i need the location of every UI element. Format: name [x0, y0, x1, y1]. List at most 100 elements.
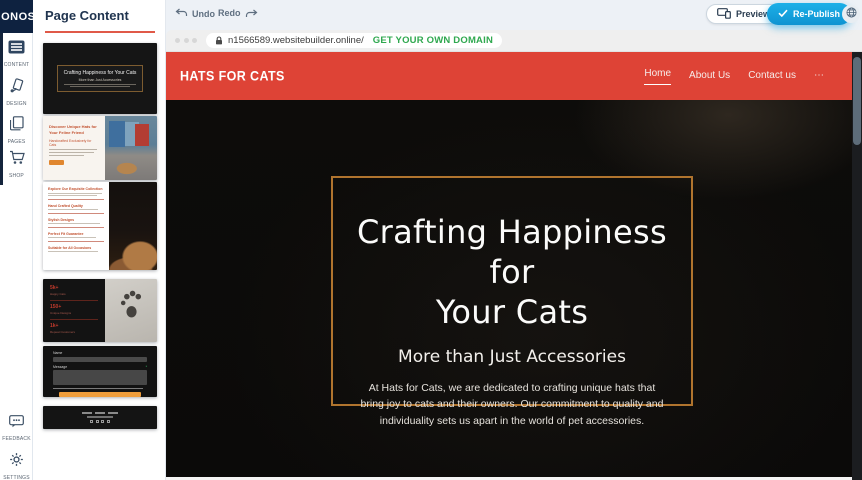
- preview-scrollbar[interactable]: [852, 52, 862, 480]
- hero-section[interactable]: Crafting Happiness for Your Cats More th…: [166, 100, 852, 477]
- thumb-hero-frame: Crafting Happiness for Your Cats More th…: [57, 65, 143, 93]
- redo-icon: [245, 9, 258, 18]
- sidebar-item-shop[interactable]: SHOP: [0, 150, 33, 179]
- undo-label: Undo: [192, 9, 215, 19]
- sidebar-active-strip: [0, 33, 3, 185]
- sidebar-item-label: SETTINGS: [3, 475, 30, 480]
- feature-heading: Perfect Fit Guarantee: [48, 232, 104, 236]
- design-brush-icon: [9, 78, 25, 98]
- thumb-tabby-cat-photo: [109, 182, 157, 270]
- thumbnail-contact-section[interactable]: Name Message *: [43, 346, 157, 397]
- shop-cart-icon: [9, 150, 25, 170]
- site-viewport: HATS FOR CATS Home About Us Contact us ⋯…: [166, 52, 852, 480]
- stat-value: 5k+: [50, 285, 98, 291]
- globe-icon: [846, 5, 857, 23]
- text-line-placeholder: [49, 155, 84, 156]
- browser-chrome-bar: n1566589.websitebuilder.online/ GET YOUR…: [166, 30, 862, 52]
- feedback-bubble-icon: [9, 415, 24, 433]
- stat-label: Happy Cats: [50, 292, 98, 296]
- get-domain-link[interactable]: GET YOUR OWN DOMAIN: [373, 35, 493, 46]
- republish-label: Re-Publish: [793, 9, 840, 19]
- feature-heading: Suitable for All Occasions: [48, 246, 104, 250]
- feature-heading: Explore Our Exquisite Collection: [48, 187, 104, 191]
- gear-icon: [9, 452, 24, 472]
- thumb-hero-subtitle: More than Just Accessories: [61, 78, 139, 82]
- site-nav: Home About Us Contact us ⋯: [644, 68, 824, 85]
- preview-label: Preview: [736, 9, 770, 19]
- thumb-pawprint-photo: [105, 279, 157, 342]
- text-line-placeholder: [64, 84, 136, 85]
- thumbnail-intro-section[interactable]: Discover Unique Hats for Your Feline Fri…: [43, 116, 157, 180]
- form-name-input: [53, 357, 147, 362]
- sidebar-item-pages[interactable]: PAGES: [0, 116, 33, 145]
- window-control-dots: [175, 38, 197, 43]
- language-globe-button[interactable]: [842, 5, 860, 23]
- thumb-hero-title: Crafting Happiness for Your Cats: [61, 70, 139, 77]
- hero-framed-box: Crafting Happiness for Your Cats More th…: [331, 176, 693, 406]
- icon-sidebar: CONTENT DESIGN PAGES SHOP FEEDBACK SETTI…: [0, 0, 33, 480]
- text-line-placeholder: [108, 412, 118, 414]
- sidebar-item-content[interactable]: CONTENT: [0, 40, 33, 68]
- text-line-placeholder: [53, 388, 143, 389]
- required-mark: *: [146, 365, 147, 369]
- app-window: CONTENT DESIGN PAGES SHOP FEEDBACK SETTI…: [0, 0, 862, 480]
- thumbnail-hero-section[interactable]: Crafting Happiness for Your Cats More th…: [43, 43, 157, 114]
- lock-icon: [215, 32, 223, 50]
- site-header: HATS FOR CATS Home About Us Contact us ⋯: [166, 52, 852, 100]
- stat-label: Repeat Customers: [50, 330, 98, 334]
- content-blocks-icon: [8, 40, 25, 59]
- stat-value: 1k+: [50, 323, 98, 329]
- thumbnail-footer-section[interactable]: [43, 406, 157, 429]
- nav-item-contact[interactable]: Contact us: [748, 70, 796, 83]
- thumb-intro-heading: Discover Unique Hats for Your Feline Fri…: [49, 124, 99, 135]
- nav-more-menu[interactable]: ⋯: [814, 70, 824, 83]
- republish-button[interactable]: Re-Publish: [767, 3, 851, 25]
- sidebar-item-feedback[interactable]: FEEDBACK: [0, 415, 33, 442]
- nav-item-about[interactable]: About Us: [689, 70, 730, 83]
- sidebar-item-label: SHOP: [9, 173, 24, 179]
- scrollbar-thumb[interactable]: [853, 57, 861, 145]
- thumbnail-features-section[interactable]: Explore Our Exquisite Collection Hand Cr…: [43, 182, 157, 270]
- thumb-social-icons: [90, 420, 110, 423]
- check-icon: [778, 9, 788, 19]
- form-message-label: Message: [53, 365, 67, 369]
- site-preview-window: n1566589.websitebuilder.online/ GET YOUR…: [166, 30, 862, 480]
- sidebar-item-label: CONTENT: [4, 62, 30, 68]
- redo-label: Redo: [218, 8, 241, 18]
- undo-button[interactable]: Undo: [175, 8, 215, 19]
- form-submit-button: [59, 392, 142, 397]
- sidebar-item-label: DESIGN: [6, 101, 26, 107]
- thumb-intro-copy: Discover Unique Hats for Your Feline Fri…: [43, 116, 105, 180]
- form-name-label: Name: [53, 351, 62, 355]
- ionos-logo: IONOS: [0, 0, 33, 33]
- hero-subtitle: More than Just Accessories: [333, 347, 691, 367]
- devices-icon: [717, 8, 731, 21]
- pages-icon: [10, 116, 24, 136]
- text-line-placeholder: [82, 412, 92, 414]
- site-brand-logo[interactable]: HATS FOR CATS: [180, 68, 285, 84]
- site-url: n1566589.websitebuilder.online/: [228, 35, 364, 46]
- text-line-placeholder: [70, 86, 131, 87]
- sidebar-item-label: FEEDBACK: [2, 436, 31, 442]
- panel-title: Page Content: [45, 8, 129, 23]
- hero-title: Crafting Happiness for Your Cats: [333, 212, 691, 332]
- panel-title-rule: [45, 31, 155, 33]
- thumb-stats-list: 5k+Happy Cats 150+Unique Designs 1k+Repe…: [43, 279, 105, 342]
- section-thumbnail-list: Crafting Happiness for Your Cats More th…: [43, 43, 157, 429]
- feature-heading: Hand Crafted Quality: [48, 204, 104, 208]
- thumb-feature-list: Explore Our Exquisite Collection Hand Cr…: [43, 182, 109, 270]
- sidebar-item-settings[interactable]: SETTINGS: [0, 452, 33, 480]
- form-message-textarea: [53, 370, 147, 385]
- sidebar-item-label: PAGES: [8, 139, 26, 145]
- feature-heading: Stylish Designs: [48, 218, 104, 222]
- undo-icon: [175, 8, 188, 19]
- thumbnail-stats-section[interactable]: 5k+Happy Cats 150+Unique Designs 1k+Repe…: [43, 279, 157, 342]
- sidebar-item-design[interactable]: DESIGN: [0, 78, 33, 107]
- text-line-placeholder: [87, 416, 113, 418]
- stat-label: Unique Designs: [50, 311, 98, 315]
- redo-button[interactable]: Redo: [218, 8, 258, 18]
- text-line-placeholder: [49, 152, 94, 153]
- address-bar[interactable]: n1566589.websitebuilder.online/ GET YOUR…: [206, 33, 502, 48]
- hero-paragraph: At Hats for Cats, we are dedicated to cr…: [359, 380, 665, 429]
- nav-item-home[interactable]: Home: [644, 68, 671, 85]
